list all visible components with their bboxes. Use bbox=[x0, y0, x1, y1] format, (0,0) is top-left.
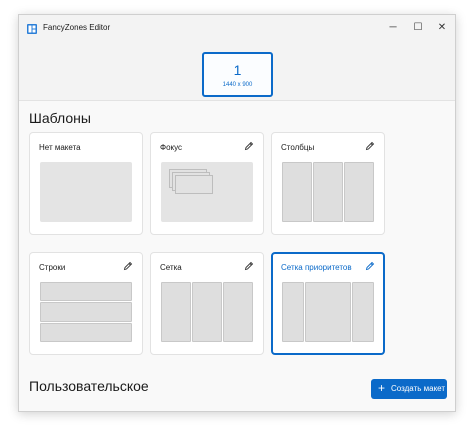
layout-card-focus[interactable]: Фокус bbox=[150, 132, 264, 235]
priority-side-zone bbox=[352, 282, 374, 342]
layout-preview-columns bbox=[282, 162, 374, 222]
fancyzones-app-icon bbox=[27, 24, 37, 34]
row-zone bbox=[40, 282, 132, 301]
layout-card-label: Сетка приоритетов bbox=[281, 263, 352, 272]
monitor-1-button[interactable]: 1 1440 x 900 bbox=[202, 52, 273, 97]
layout-card-label: Столбцы bbox=[281, 143, 315, 152]
layout-preview-blank bbox=[40, 162, 132, 222]
layouts-panel[interactable]: Шаблоны Нет макета Фокус Столбцы Строки … bbox=[19, 100, 455, 411]
edit-pencil-icon[interactable] bbox=[365, 261, 375, 271]
edit-pencil-icon[interactable] bbox=[365, 141, 375, 151]
layout-card-rows[interactable]: Строки bbox=[29, 252, 143, 355]
layout-card-priority-grid[interactable]: Сетка приоритетов bbox=[271, 252, 385, 355]
custom-heading: Пользовательское bbox=[29, 378, 149, 394]
title-bar[interactable]: FancyZones Editor ─ ☐ ✕ bbox=[19, 15, 455, 43]
layout-card-grid[interactable]: Сетка bbox=[150, 252, 264, 355]
edit-pencil-icon[interactable] bbox=[244, 141, 254, 151]
window-title: FancyZones Editor bbox=[43, 23, 111, 32]
priority-side-zone bbox=[282, 282, 304, 342]
create-layout-button[interactable]: + Создать макет bbox=[371, 379, 447, 399]
close-button[interactable]: ✕ bbox=[435, 21, 449, 35]
column-zone bbox=[282, 162, 312, 222]
monitor-resolution: 1440 x 900 bbox=[222, 82, 253, 88]
layout-card-label: Сетка bbox=[160, 263, 182, 272]
grid-zone bbox=[192, 282, 222, 342]
layout-preview-rows bbox=[40, 282, 132, 342]
minimize-button[interactable]: ─ bbox=[386, 21, 400, 35]
grid-zone bbox=[161, 282, 191, 342]
layout-card-label: Фокус bbox=[160, 143, 183, 152]
blank-preview bbox=[40, 162, 132, 222]
priority-main-zone bbox=[305, 282, 351, 342]
monitor-number: 1 bbox=[233, 62, 242, 78]
templates-heading: Шаблоны bbox=[29, 110, 91, 126]
row-zone bbox=[40, 302, 132, 322]
focus-zone bbox=[175, 175, 213, 194]
create-layout-label: Создать макет bbox=[391, 384, 446, 393]
layout-card-columns[interactable]: Столбцы bbox=[271, 132, 385, 235]
edit-pencil-icon[interactable] bbox=[123, 261, 133, 271]
maximize-button[interactable]: ☐ bbox=[411, 21, 425, 35]
layout-card-label: Нет макета bbox=[39, 143, 81, 152]
column-zone bbox=[344, 162, 374, 222]
fancyzones-editor-window: FancyZones Editor ─ ☐ ✕ 1 1440 x 900 Шаб… bbox=[18, 14, 456, 412]
column-zone bbox=[313, 162, 343, 222]
layout-preview-grid bbox=[161, 282, 253, 342]
layout-preview-focus bbox=[161, 162, 253, 222]
grid-zone bbox=[223, 282, 253, 342]
layout-card-label: Строки bbox=[39, 263, 66, 272]
layout-preview-priority-grid bbox=[282, 282, 374, 342]
plus-icon: + bbox=[378, 381, 386, 395]
row-zone bbox=[40, 323, 132, 342]
edit-pencil-icon[interactable] bbox=[244, 261, 254, 271]
layout-card-no-layout[interactable]: Нет макета bbox=[29, 132, 143, 235]
